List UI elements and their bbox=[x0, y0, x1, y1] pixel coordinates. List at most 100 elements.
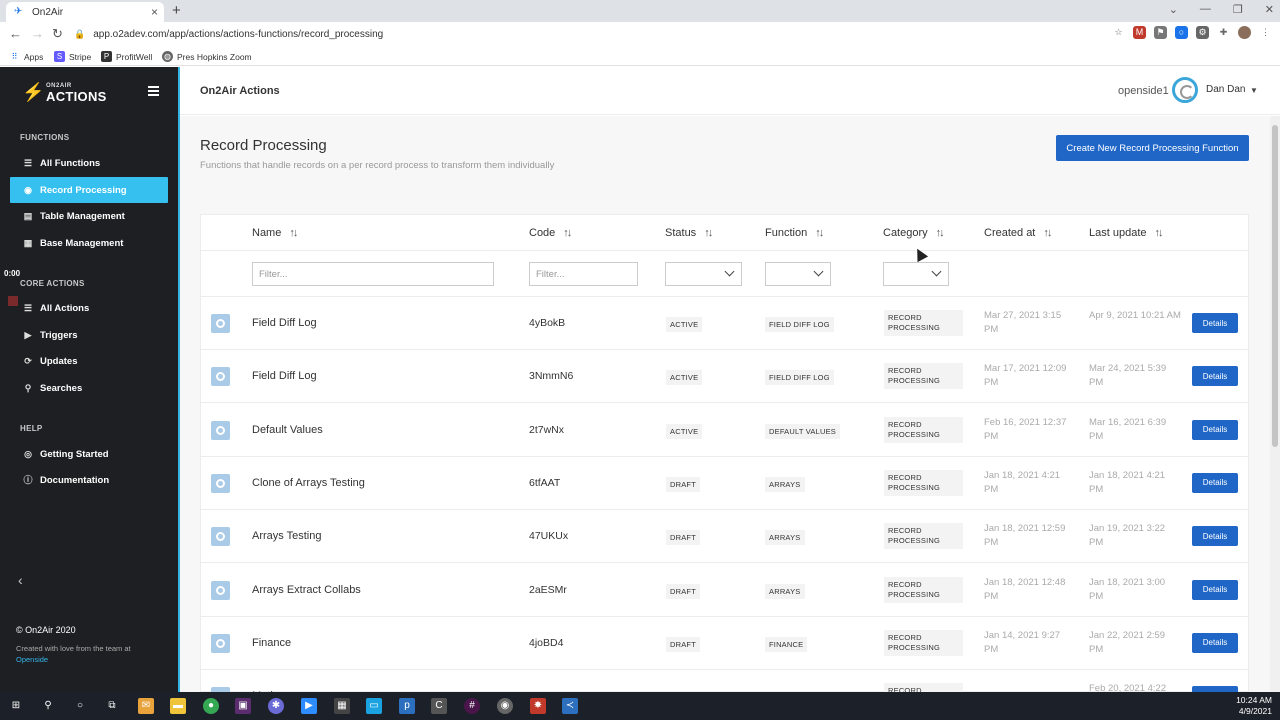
new-tab-button[interactable]: + bbox=[172, 2, 181, 19]
table-row[interactable]: Field Diff Log 4yBokB ACTIVE FIELD DIFF LOG… bbox=[201, 297, 1248, 350]
sidebar-item-all-functions[interactable]: ☰ All Functions bbox=[10, 150, 168, 176]
sidebar-item-searches[interactable]: ⚲ Searches bbox=[10, 375, 168, 401]
sidebar-item-base-management[interactable]: ▦ Base Management bbox=[10, 230, 168, 256]
column-header-category[interactable]: Category ↑↓ bbox=[883, 227, 945, 239]
status-filter-select[interactable] bbox=[665, 262, 742, 286]
sidebar-item-record-processing[interactable]: ◉ Record Processing bbox=[10, 177, 168, 203]
column-header-status[interactable]: Status ↑↓ bbox=[665, 227, 713, 239]
maximize-icon[interactable]: ❐ bbox=[1233, 3, 1243, 16]
table-row[interactable]: Default Values 2t7wNx ACTIVE DEFAULT VALUES… bbox=[201, 404, 1248, 457]
pt-app-icon[interactable]: p bbox=[399, 698, 415, 714]
sidebar-item-triggers[interactable]: ▶ Triggers bbox=[10, 322, 168, 348]
extension-flag-icon[interactable]: ⚑ bbox=[1154, 26, 1167, 39]
chrome-icon[interactable]: ● bbox=[203, 698, 219, 714]
sort-icon[interactable]: ↑↓ bbox=[936, 227, 945, 239]
details-button[interactable]: Details bbox=[1192, 579, 1238, 600]
reload-icon[interactable]: ↻ bbox=[52, 26, 63, 42]
sidebar-item-updates[interactable]: ⟳ Updates bbox=[10, 348, 168, 374]
app-icon[interactable]: ▣ bbox=[235, 698, 251, 714]
windows-start-icon[interactable]: ⊞ bbox=[8, 698, 24, 714]
collapse-sidebar-icon[interactable]: ‹ bbox=[18, 572, 23, 588]
forward-arrow-icon[interactable]: → bbox=[31, 26, 44, 41]
function-filter-select[interactable] bbox=[765, 262, 831, 286]
system-clock[interactable]: 10:24 AM 4/9/2021 bbox=[1236, 695, 1272, 717]
calculator-icon[interactable]: ▦ bbox=[334, 698, 350, 714]
browser-menu-icon[interactable]: ⋮ bbox=[1259, 26, 1272, 39]
bookmark-pres-hopkins-zoom[interactable]: ◍ Pres Hopkins Zoom bbox=[162, 51, 252, 62]
details-button[interactable]: Details bbox=[1192, 419, 1238, 440]
file-explorer-icon[interactable]: ▬ bbox=[170, 698, 186, 714]
table-row[interactable]: Clone of Arrays Testing 6tfAAT DRAFT ARRAYS… bbox=[201, 457, 1248, 510]
app-icon[interactable]: ✸ bbox=[530, 698, 546, 714]
search-icon[interactable]: ⚲ bbox=[40, 698, 56, 714]
column-header-code[interactable]: Code ↑↓ bbox=[529, 227, 572, 239]
mail-app-icon[interactable]: ✉ bbox=[138, 698, 154, 714]
details-button[interactable]: Details bbox=[1192, 313, 1238, 333]
sort-icon[interactable]: ↑↓ bbox=[815, 227, 824, 239]
hamburger-menu-icon[interactable] bbox=[148, 86, 159, 96]
sidebar-item-table-management[interactable]: ▤ Table Management bbox=[10, 203, 168, 229]
profile-dropdown-icon[interactable]: ⌄ bbox=[1169, 3, 1178, 16]
extensions-puzzle-icon[interactable]: ✚ bbox=[1217, 26, 1230, 39]
vscode-icon[interactable]: ≺ bbox=[562, 698, 578, 714]
sort-icon[interactable]: ↑↓ bbox=[289, 227, 298, 239]
create-function-button[interactable]: Create New Record Processing Function bbox=[1056, 135, 1249, 161]
actions-logo[interactable]: ⚡ ON2AIR ACTIONS bbox=[22, 82, 107, 104]
sidebar-item-documentation[interactable]: ⓘ Documentation bbox=[10, 467, 168, 493]
app-icon[interactable]: ◉ bbox=[497, 698, 513, 714]
function-name[interactable]: Clone of Arrays Testing bbox=[252, 477, 365, 489]
star-icon[interactable]: ☆ bbox=[1112, 26, 1125, 39]
scrollbar-thumb[interactable] bbox=[1272, 125, 1278, 447]
function-name[interactable]: Finance bbox=[252, 637, 291, 649]
sort-icon[interactable]: ↑↓ bbox=[563, 227, 572, 239]
browser-tab[interactable]: ✈ On2Air × bbox=[6, 2, 164, 22]
extension-mail-icon[interactable]: M bbox=[1133, 26, 1146, 39]
sort-icon[interactable]: ↑↓ bbox=[1155, 227, 1164, 239]
category-filter-select[interactable] bbox=[883, 262, 949, 286]
column-header-function[interactable]: Function ↑↓ bbox=[765, 227, 824, 239]
extension-gear-icon[interactable]: ⚙ bbox=[1196, 26, 1209, 39]
sort-icon[interactable]: ↑↓ bbox=[704, 227, 713, 239]
app-icon[interactable]: ✱ bbox=[268, 698, 284, 714]
function-name[interactable]: Field Diff Log bbox=[252, 317, 317, 329]
table-row[interactable]: Finance 4joBD4 DRAFT FINANCE RECORD PROCESSI… bbox=[201, 617, 1248, 670]
details-button[interactable]: Details bbox=[1192, 366, 1238, 387]
sidebar-item-all-actions[interactable]: ☰ All Actions bbox=[10, 295, 168, 321]
table-row[interactable]: MathRECORD PROCESSINGFeb 20, 2021 4:22De… bbox=[201, 670, 1248, 692]
details-button[interactable]: Details bbox=[1192, 472, 1238, 493]
function-name[interactable]: Field Diff Log bbox=[252, 370, 317, 382]
details-button[interactable]: Details bbox=[1192, 632, 1238, 653]
task-view-icon[interactable]: ⧉ bbox=[104, 698, 120, 714]
app-icon[interactable]: ▭ bbox=[366, 698, 382, 714]
bookmark-profitwell[interactable]: P ProfitWell bbox=[101, 51, 152, 62]
account-name[interactable]: openside1 bbox=[1118, 85, 1169, 97]
bookmark-stripe[interactable]: S Stripe bbox=[54, 51, 91, 62]
function-name[interactable]: Arrays Extract Collabs bbox=[252, 584, 361, 596]
bookmark-apps[interactable]: ⠿ Apps bbox=[9, 51, 44, 62]
function-name[interactable]: Arrays Testing bbox=[252, 530, 322, 542]
user-avatar[interactable] bbox=[1172, 77, 1198, 103]
sidebar-item-getting-started[interactable]: ◎ Getting Started bbox=[10, 441, 168, 467]
details-button[interactable]: Details bbox=[1192, 526, 1238, 547]
cortana-icon[interactable]: ○ bbox=[72, 698, 88, 714]
extension-circle-icon[interactable]: ○ bbox=[1175, 26, 1188, 39]
column-header-name[interactable]: Name ↑↓ bbox=[252, 227, 298, 239]
table-row[interactable]: Arrays Testing 47UKUx DRAFT ARRAYS RECORD PR… bbox=[201, 510, 1248, 564]
name-filter-input[interactable]: Filter... bbox=[252, 262, 494, 286]
back-arrow-icon[interactable]: ← bbox=[9, 26, 22, 41]
code-filter-input[interactable]: Filter... bbox=[529, 262, 638, 286]
zoom-icon[interactable]: ▶ bbox=[301, 698, 317, 714]
table-row[interactable]: Field Diff Log 3NmmN6 ACTIVE FIELD DIFF LOG… bbox=[201, 350, 1248, 404]
url-field[interactable]: 🔒 app.o2adev.com/app/actions/actions-fun… bbox=[74, 25, 1124, 43]
minimize-icon[interactable]: — bbox=[1200, 3, 1211, 16]
profile-avatar-icon[interactable] bbox=[1238, 26, 1251, 39]
close-tab-icon[interactable]: × bbox=[151, 5, 158, 19]
column-header-last-update[interactable]: Last update ↑↓ bbox=[1089, 227, 1164, 239]
openside-link[interactable]: Openside bbox=[16, 655, 166, 664]
app-icon[interactable]: C bbox=[431, 698, 447, 714]
slack-icon[interactable]: # bbox=[464, 698, 480, 714]
column-header-created-at[interactable]: Created at ↑↓ bbox=[984, 227, 1052, 239]
sort-icon[interactable]: ↑↓ bbox=[1043, 227, 1052, 239]
function-name[interactable]: Default Values bbox=[252, 424, 323, 436]
table-row[interactable]: Arrays Extract Collabs 2aESMr DRAFT ARRAYS R… bbox=[201, 564, 1248, 617]
